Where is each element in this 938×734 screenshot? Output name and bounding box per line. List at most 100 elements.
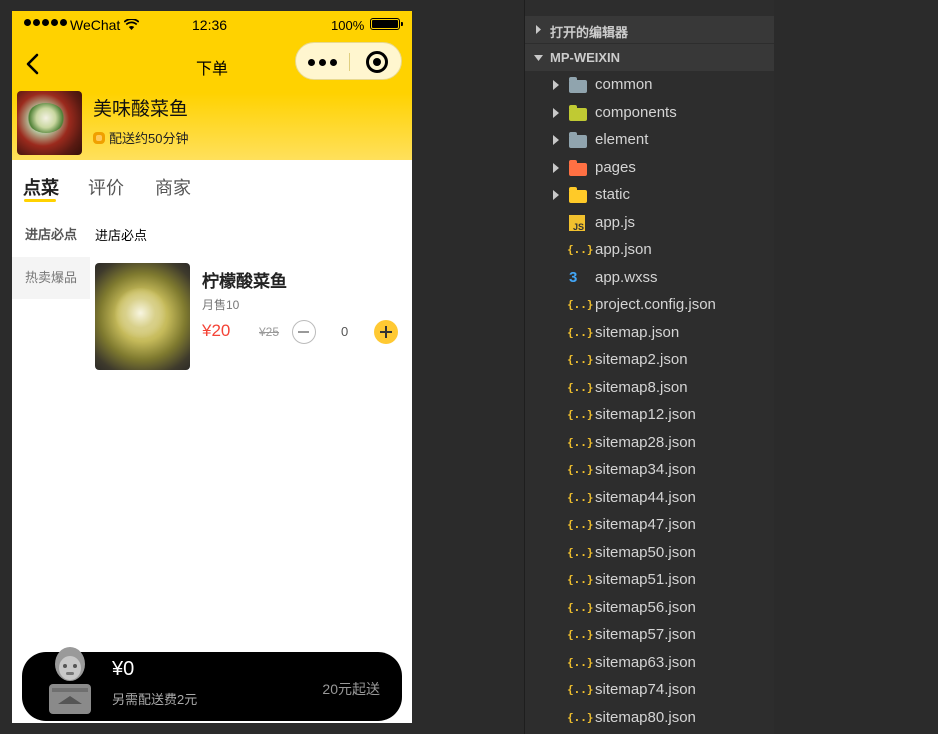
- editor-area: [774, 0, 938, 734]
- file-name: sitemap51.json: [595, 571, 696, 588]
- file-name: pages: [595, 158, 636, 176]
- cart-bar[interactable]: ¥0 另需配送费2元 20元起送: [22, 647, 402, 721]
- carrier-label: WeChat: [70, 17, 121, 33]
- file-item[interactable]: {..} sitemap57.json: [525, 621, 774, 648]
- file-item[interactable]: {..} sitemap63.json: [525, 649, 774, 676]
- chevron-right-icon: [553, 190, 559, 200]
- miniprogram-capsule: [295, 42, 402, 80]
- json-file-icon: {..}: [567, 518, 594, 531]
- category-sidebar: 进店必点 热卖爆品: [12, 215, 90, 299]
- file-item[interactable]: {..} sitemap51.json: [525, 566, 774, 593]
- file-item[interactable]: 3 app.wxss: [525, 264, 774, 291]
- increase-quantity-button[interactable]: [374, 320, 398, 344]
- file-name: sitemap56.json: [595, 598, 696, 616]
- file-explorer: 打开的编辑器 MP-WEIXIN common components element…: [525, 0, 774, 734]
- file-item[interactable]: {..} sitemap44.json: [525, 484, 774, 511]
- json-file-icon: {..}: [567, 380, 594, 394]
- js-file-icon: JS: [569, 214, 585, 232]
- file-item[interactable]: {..} sitemap34.json: [525, 456, 774, 483]
- delivery-time: 配送约50分钟: [93, 128, 188, 147]
- open-editors-label: 打开的编辑器: [550, 25, 629, 40]
- file-item[interactable]: {..} sitemap12.json: [525, 401, 774, 428]
- battery-icon: [370, 18, 403, 30]
- dish-name: 柠檬酸菜鱼: [202, 272, 287, 291]
- dish-monthly-sales: 月售10: [202, 298, 240, 312]
- signal-icon: [24, 19, 67, 26]
- back-arrow-icon[interactable]: [24, 53, 42, 75]
- chevron-right-icon: [536, 25, 541, 34]
- json-file-icon: {..}: [567, 490, 594, 504]
- file-name: sitemap57.json: [595, 626, 696, 643]
- json-file-icon: {..}: [567, 243, 594, 256]
- file-item[interactable]: {..} sitemap8.json: [525, 374, 774, 401]
- wifi-icon: [124, 19, 139, 30]
- pages-folder-icon: [569, 159, 587, 176]
- chevron-right-icon: [553, 135, 559, 145]
- chevron-right-icon: [553, 107, 559, 118]
- tab-reviews[interactable]: 评价: [88, 174, 124, 200]
- file-item[interactable]: {..} sitemap50.json: [525, 539, 774, 566]
- category-hot-sellers[interactable]: 热卖爆品: [12, 257, 90, 299]
- file-item[interactable]: JS app.js: [525, 209, 774, 236]
- open-editors-header[interactable]: 打开的编辑器: [525, 16, 774, 43]
- json-file-icon: {..}: [567, 325, 594, 339]
- file-name: sitemap28.json: [595, 433, 696, 451]
- file-name: sitemap63.json: [595, 653, 696, 671]
- tab-order[interactable]: 点菜: [23, 174, 59, 200]
- file-item[interactable]: {..} sitemap47.json: [525, 511, 774, 538]
- folder-item[interactable]: pages: [525, 154, 774, 181]
- decrease-quantity-button[interactable]: [292, 320, 316, 344]
- json-file-icon: {..}: [567, 573, 594, 586]
- dish-original-price: ¥25: [259, 325, 280, 339]
- more-options-icon[interactable]: [308, 55, 338, 69]
- shop-info: 美味酸菜鱼 配送约50分钟: [17, 91, 407, 157]
- file-name: project.config.json: [595, 296, 716, 313]
- file-item[interactable]: {..} sitemap80.json: [525, 704, 774, 731]
- file-name: app.json: [595, 241, 652, 258]
- static-folder-icon: [569, 187, 587, 203]
- file-name: element: [595, 131, 649, 148]
- file-item[interactable]: {..} sitemap2.json: [525, 346, 774, 373]
- dish-price: ¥20: [202, 321, 231, 340]
- file-item[interactable]: {..} app.json: [525, 236, 774, 263]
- file-item[interactable]: {..} sitemap74.json: [525, 676, 774, 703]
- tab-bar: 点菜 评价 商家: [12, 160, 412, 206]
- folder-item[interactable]: element: [525, 126, 774, 153]
- file-item[interactable]: {..} sitemap.json: [525, 319, 774, 346]
- folder-item[interactable]: common: [525, 71, 774, 98]
- project-root-header[interactable]: MP-WEIXIN: [525, 44, 774, 71]
- clock-time: 12:36: [192, 17, 228, 33]
- file-name: sitemap12.json: [595, 406, 696, 423]
- json-file-icon: {..}: [567, 655, 594, 669]
- close-miniprogram-icon[interactable]: [366, 51, 388, 73]
- category-must-order[interactable]: 进店必点: [12, 215, 90, 255]
- file-name: common: [595, 76, 653, 93]
- section-title: 进店必点: [95, 228, 148, 243]
- cart-mascot-icon[interactable]: [40, 644, 100, 720]
- json-file-icon: {..}: [567, 710, 594, 724]
- file-item[interactable]: {..} project.config.json: [525, 291, 774, 318]
- tab-merchant[interactable]: 商家: [155, 174, 191, 200]
- dish-card: 柠檬酸菜鱼 月售10 ¥20 ¥25 0: [95, 263, 405, 371]
- file-name: sitemap74.json: [595, 681, 696, 698]
- json-file-icon: {..}: [567, 353, 594, 366]
- file-item[interactable]: {..} sitemap56.json: [525, 594, 774, 621]
- folder-item[interactable]: components: [525, 99, 774, 126]
- folder-icon: [569, 132, 587, 148]
- dish-image: [95, 263, 190, 370]
- file-name: static: [595, 186, 631, 203]
- chevron-down-icon: [534, 55, 543, 61]
- folder-item[interactable]: static: [525, 181, 774, 208]
- file-name: sitemap44.json: [595, 488, 696, 506]
- file-name: sitemap80.json: [595, 708, 696, 726]
- chevron-right-icon: [553, 162, 559, 173]
- shop-name: 美味酸菜鱼: [93, 99, 189, 120]
- json-file-icon: {..}: [567, 683, 594, 696]
- json-file-icon: {..}: [567, 435, 594, 449]
- folder-icon: [569, 77, 587, 93]
- shop-image: [17, 91, 82, 155]
- minimum-order-button[interactable]: 20元起送: [322, 679, 380, 699]
- file-name: app.wxss: [595, 268, 658, 286]
- file-item[interactable]: {..} sitemap28.json: [525, 429, 774, 456]
- phone-simulator: WeChat 12:36 100% 下单 美味酸菜鱼 配送约50分钟 点菜 评价…: [12, 11, 412, 723]
